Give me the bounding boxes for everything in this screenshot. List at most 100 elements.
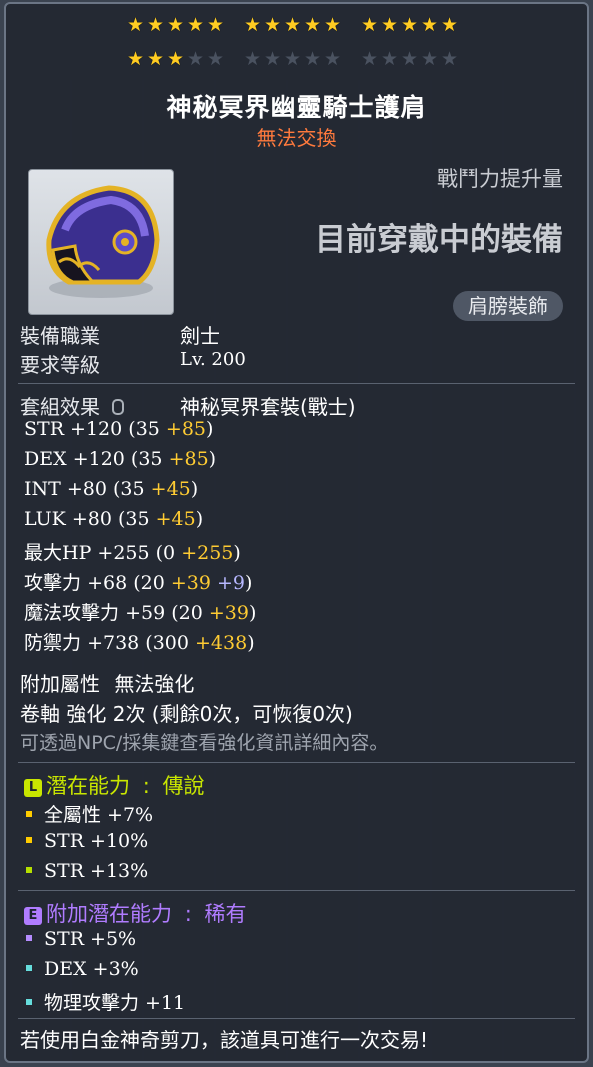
stat-bonus: +39 (208, 602, 249, 624)
stat-base: 0 (163, 542, 176, 564)
combat-power-value: 目前穿戴中的裝備 (315, 222, 563, 258)
filled-star-icon: ★ (323, 14, 342, 36)
potential-label: 潛在能力 (46, 774, 130, 798)
potential-line: STR +10% (26, 830, 148, 852)
star-group: ★ ★ ★ ★ ★ (126, 16, 225, 35)
star-group: ★ ★ ★ ★ ★ (126, 50, 225, 69)
star-group: ★ ★ ★ ★ ★ (243, 50, 342, 69)
stat-total: +120 (70, 418, 123, 440)
potential-grade: 傳說 (162, 774, 205, 798)
star-group: ★ ★ ★ ★ ★ (360, 16, 459, 35)
enhance-hint: 可透過NPC/採集鍵查看強化資訊詳細內容。 (20, 732, 389, 754)
empty-star-icon: ★ (440, 48, 459, 70)
trade-status: 無法交換 (256, 126, 337, 150)
stat-row: INT +80 (35 +45) (24, 478, 199, 500)
bullet-icon (26, 999, 32, 1005)
empty-star-icon: ★ (186, 48, 205, 70)
filled-star-icon: ★ (166, 14, 185, 36)
item-name: 神秘冥界幽靈騎士護肩 (166, 93, 427, 122)
stat-row: 魔法攻擊力 +59 (20 +39) (24, 598, 256, 625)
stat-total: +80 (66, 478, 107, 500)
filled-star-icon: ★ (380, 14, 399, 36)
filled-star-icon: ★ (420, 14, 439, 36)
potential-line-text: STR +5% (44, 928, 137, 950)
stat-row: LUK +80 (35 +45) (24, 508, 204, 530)
stat-total: +120 (72, 448, 125, 470)
empty-star-icon: ★ (400, 48, 419, 70)
divider (18, 383, 575, 384)
star-force-row-1: ★ ★ ★ ★ ★ ★ ★ ★ ★ ★ ★ ★ ★ ★ ★ (126, 16, 459, 35)
filled-star-icon: ★ (126, 14, 145, 36)
potential-separator: : (142, 774, 150, 798)
stat-base: 20 (140, 572, 165, 594)
stat-name: LUK (24, 508, 66, 530)
additional-potential-separator: : (184, 902, 192, 926)
stat-total: +59 (125, 602, 166, 624)
stat-base: 35 (120, 478, 145, 500)
divider (18, 762, 575, 763)
filled-star-icon: ★ (440, 14, 459, 36)
legendary-grade-icon: L (24, 779, 42, 797)
bullet-icon (26, 811, 32, 817)
filled-star-icon: ★ (166, 48, 185, 70)
stat-bonus: +255 (181, 542, 234, 564)
stat-total: +80 (71, 508, 112, 530)
filled-star-icon: ★ (243, 14, 262, 36)
empty-star-icon: ★ (263, 48, 282, 70)
filled-star-icon: ★ (126, 48, 145, 70)
stat-row: DEX +120 (35 +85) (24, 448, 217, 470)
empty-star-icon: ★ (380, 48, 399, 70)
filled-star-icon: ★ (263, 14, 282, 36)
stat-bonus: +45 (150, 478, 191, 500)
potential-line-text: 全屬性 +7% (44, 804, 154, 826)
potential-line-text: DEX +3% (44, 958, 139, 980)
level-label: 要求等級 (20, 353, 100, 377)
filled-star-icon: ★ (146, 14, 165, 36)
filled-star-icon: ★ (400, 14, 419, 36)
bullet-icon (26, 965, 32, 971)
filled-star-icon: ★ (206, 14, 225, 36)
stat-name: 魔法攻擊力 (24, 602, 120, 624)
empty-star-icon: ★ (323, 48, 342, 70)
stat-total: +68 (87, 572, 128, 594)
stat-total: +255 (97, 542, 150, 564)
scroll-upgrade-info: 卷軸 強化 2次 (剩餘0次，可恢復0次) (20, 702, 353, 726)
stat-row: 攻擊力 +68 (20 +39 +9) (24, 568, 252, 595)
set-label-text: 套組效果 (20, 395, 100, 419)
empty-star-icon: ★ (283, 48, 302, 70)
star-group: ★ ★ ★ ★ ★ (360, 50, 459, 69)
stat-name: 攻擊力 (24, 572, 82, 594)
bullet-icon (26, 867, 32, 873)
stat-bonus: +438 (195, 632, 248, 654)
filled-star-icon: ★ (360, 14, 379, 36)
filled-star-icon: ★ (186, 14, 205, 36)
lock-icon (112, 399, 125, 415)
stat-base: 35 (135, 418, 160, 440)
epic-grade-icon: E (24, 907, 42, 925)
star-group: ★ ★ ★ ★ ★ (243, 16, 342, 35)
potential-line: DEX +3% (26, 958, 139, 980)
filled-star-icon: ★ (303, 14, 322, 36)
stat-bonus: +85 (165, 418, 207, 440)
empty-star-icon: ★ (360, 48, 379, 70)
divider (18, 890, 575, 891)
stat-row: STR +120 (35 +85) (24, 418, 214, 440)
added-attribute-label: 附加屬性 (20, 672, 100, 696)
category-badge: 肩膀裝飾 (453, 291, 563, 321)
added-attribute: 附加屬性 無法強化 (20, 668, 194, 697)
combat-power-label: 戰鬥力提升量 (437, 167, 563, 191)
stat-bonus: +85 (168, 448, 209, 470)
empty-star-icon: ★ (243, 48, 262, 70)
stat-name: DEX (24, 448, 67, 470)
item-tooltip: ★ ★ ★ ★ ★ ★ ★ ★ ★ ★ ★ ★ ★ ★ ★ ★ ★ ★ ★ ★ ★ ★ ★ ★ ★ ★ ★ ★ ★ ★ 神秘冥界幽靈騎士… (4, 2, 589, 1063)
stat-base: 300 (152, 632, 189, 654)
stat-bonus: +45 (155, 508, 196, 530)
empty-star-icon: ★ (303, 48, 322, 70)
level-value: Lv. 200 (180, 349, 246, 370)
potential-line: 物理攻擊力 +11 (26, 988, 185, 1015)
stat-row: 防禦力 +738 (300 +438) (24, 628, 255, 655)
added-attribute-value: 無法強化 (114, 672, 195, 696)
potential-line-text: 物理攻擊力 +11 (44, 992, 186, 1014)
potential-line: 全屬性 +7% (26, 800, 153, 827)
star-force-row-2: ★ ★ ★ ★ ★ ★ ★ ★ ★ ★ ★ ★ ★ ★ ★ (126, 50, 459, 69)
